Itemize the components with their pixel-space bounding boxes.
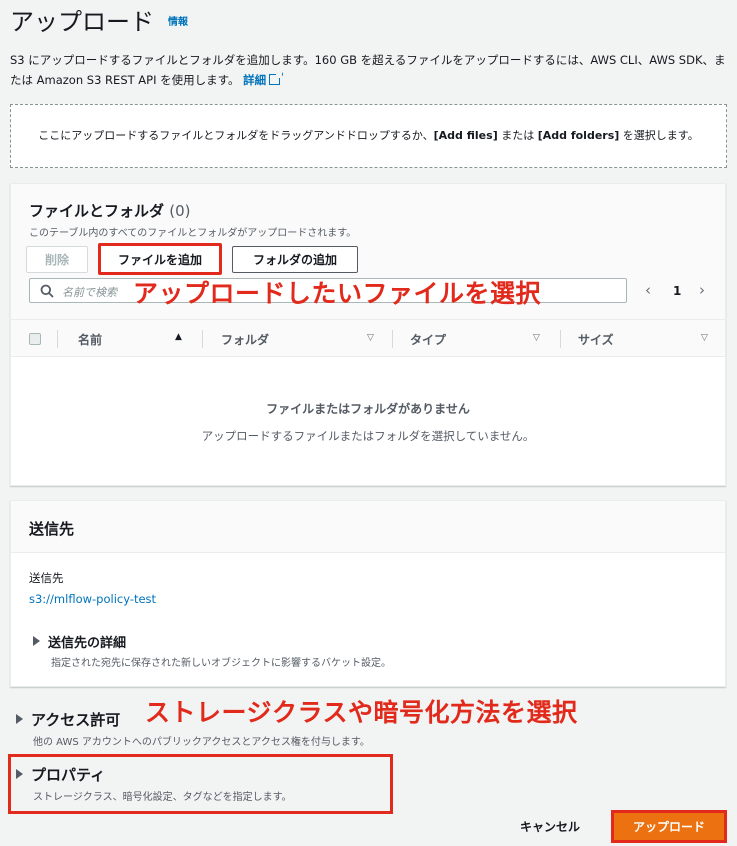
permissions-desc: 他の AWS アカウントへのパブリックアクセスとアクセス権を付与します。 <box>33 737 370 748</box>
destination-details-desc: 指定された宛先に保存された新しいオブジェクトに影響するバケット設定。 <box>51 658 391 669</box>
sort-icon[interactable]: ▽ <box>367 333 374 343</box>
empty-state-title: ファイルまたはフォルダがありません <box>266 402 470 416</box>
add-folder-button[interactable]: フォルダの追加 <box>232 246 358 273</box>
annotation-select-file: アップロードしたいファイルを選択 <box>133 279 542 308</box>
destination-panel: 送信先 送信先 s3://mlflow-policy-test 送信先の詳細 指… <box>10 500 726 687</box>
column-divider <box>202 330 203 348</box>
destination-details-toggle[interactable]: 送信先の詳細 <box>33 632 126 651</box>
permissions-title: アクセス許可 <box>31 711 121 729</box>
dropzone-text-3: を選択します。 <box>619 129 699 142</box>
sort-icon[interactable]: ▽ <box>533 333 540 343</box>
files-table-header: 名前 ▲ フォルダ ▽ タイプ ▽ サイズ ▽ <box>11 319 725 357</box>
column-divider <box>392 330 393 348</box>
file-dropzone[interactable]: ここにアップロードするファイルとフォルダをドラッグアンドドロップするか、[Add… <box>10 104 727 168</box>
page-number[interactable]: 1 <box>673 284 681 298</box>
files-panel-subtitle: このテーブル内のすべてのファイルとフォルダがアップロードされます。 <box>29 228 357 239</box>
upload-button[interactable]: アップロード <box>611 810 727 843</box>
files-title-text: ファイルとフォルダ <box>29 202 165 220</box>
page-title: アップロード <box>10 8 154 36</box>
dropzone-add-folders: [Add folders] <box>537 129 620 142</box>
column-type[interactable]: タイプ <box>410 331 446 348</box>
permissions-toggle[interactable]: アクセス許可 <box>16 709 120 730</box>
dropzone-text-1: ここにアップロードするファイルとフォルダをドラッグアンドドロップするか、 <box>38 129 434 142</box>
properties-desc: ストレージクラス、暗号化設定、タグなどを指定します。 <box>33 792 292 803</box>
column-folder[interactable]: フォルダ <box>221 331 269 348</box>
column-name[interactable]: 名前 <box>78 331 102 348</box>
destination-bucket-link[interactable]: s3://mlflow-policy-test <box>29 592 156 606</box>
prev-page-icon[interactable]: ‹ <box>645 281 651 299</box>
annotation-select-class: ストレージクラスや暗号化方法を選択 <box>145 698 578 727</box>
info-link[interactable]: 情報 <box>168 13 188 28</box>
add-files-button[interactable]: ファイルを追加 <box>98 243 222 275</box>
column-size[interactable]: サイズ <box>578 331 614 348</box>
caret-right-icon <box>16 769 23 779</box>
column-divider <box>560 330 561 348</box>
properties-toggle[interactable]: プロパティ <box>16 764 105 785</box>
cancel-button[interactable]: キャンセル <box>520 818 580 835</box>
details-link[interactable]: 詳細 <box>243 73 266 87</box>
sort-ascending-icon[interactable]: ▲ <box>175 332 182 342</box>
page-description: S3 にアップロードするファイルとフォルダを追加します。160 GB を超えるフ… <box>10 50 730 90</box>
caret-right-icon <box>33 636 40 646</box>
files-panel-header: ファイルとフォルダ (0) このテーブル内のすべてのファイルとフォルダがアップロ… <box>11 184 725 319</box>
properties-title: プロパティ <box>31 766 106 784</box>
search-input[interactable]: 名前で検索 <box>62 284 117 300</box>
description-text: S3 にアップロードするファイルとフォルダを追加します。160 GB を超えるフ… <box>10 53 726 87</box>
files-panel-title: ファイルとフォルダ (0) <box>29 200 191 221</box>
column-divider <box>57 330 58 348</box>
files-count: (0) <box>169 202 191 220</box>
destination-details-title: 送信先の詳細 <box>48 636 127 651</box>
empty-state-description: アップロードするファイルまたはフォルダを選択していません。 <box>201 429 535 443</box>
destination-label: 送信先 <box>29 571 64 585</box>
dropzone-text-2: または <box>497 129 538 142</box>
search-icon <box>40 284 54 298</box>
delete-button[interactable]: 削除 <box>26 246 88 273</box>
destination-title: 送信先 <box>29 520 75 538</box>
external-link-icon[interactable] <box>269 67 284 87</box>
sort-icon[interactable]: ▽ <box>701 333 708 343</box>
select-all-checkbox[interactable] <box>29 333 41 345</box>
dropzone-add-files: [Add files] <box>433 129 498 142</box>
destination-panel-header: 送信先 <box>11 501 725 553</box>
next-page-icon[interactable]: › <box>699 281 705 299</box>
caret-right-icon <box>16 714 23 724</box>
files-and-folders-panel: ファイルとフォルダ (0) このテーブル内のすべてのファイルとフォルダがアップロ… <box>10 183 726 486</box>
